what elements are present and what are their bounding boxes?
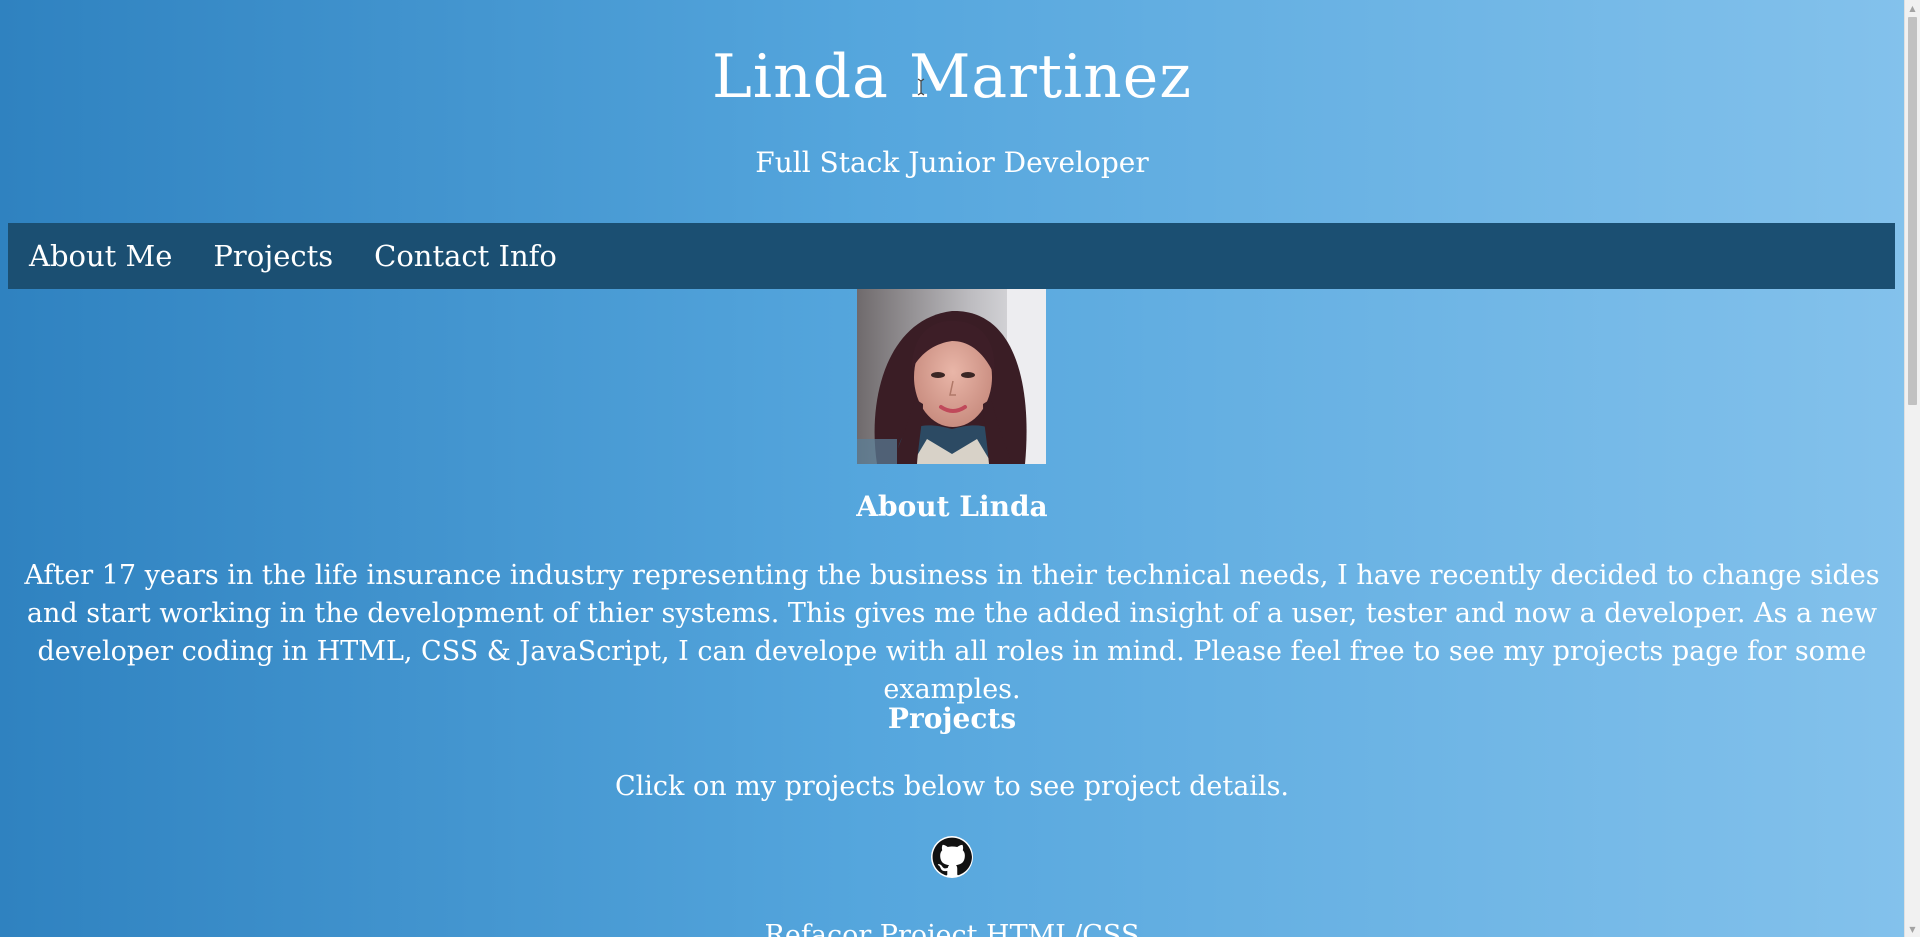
about-heading: About Linda	[856, 490, 1048, 523]
project-title[interactable]: Refacor Project HTML/CSS	[0, 918, 1904, 937]
about-text: After 17 years in the life insurance ind…	[24, 560, 1880, 705]
vertical-scrollbar[interactable]: ▲ ▼	[1904, 0, 1920, 937]
github-icon[interactable]	[931, 836, 973, 878]
nav-link-contact-info[interactable]: Contact Info	[374, 239, 557, 273]
navbar: About Me Projects Contact Info	[8, 223, 1895, 289]
text-cursor-icon	[917, 78, 925, 96]
site-title: Linda Martinez	[712, 42, 1192, 112]
projects-intro: Click on my projects below to see projec…	[614, 771, 1290, 802]
projects-heading: Projects	[887, 702, 1017, 735]
header: Linda Martinez Full Stack Junior Develop…	[0, 0, 1904, 180]
nav-link-about-me[interactable]: About Me	[29, 239, 172, 273]
site-subtitle: Full Stack Junior Developer	[755, 146, 1149, 179]
scroll-up-icon[interactable]: ▲	[1905, 0, 1920, 16]
nav-link-projects[interactable]: Projects	[213, 239, 333, 273]
scrollbar-thumb[interactable]	[1908, 17, 1917, 405]
page: Linda Martinez Full Stack Junior Develop…	[0, 0, 1904, 937]
scroll-down-icon[interactable]: ▼	[1905, 921, 1920, 937]
profile-photo	[857, 289, 1046, 464]
